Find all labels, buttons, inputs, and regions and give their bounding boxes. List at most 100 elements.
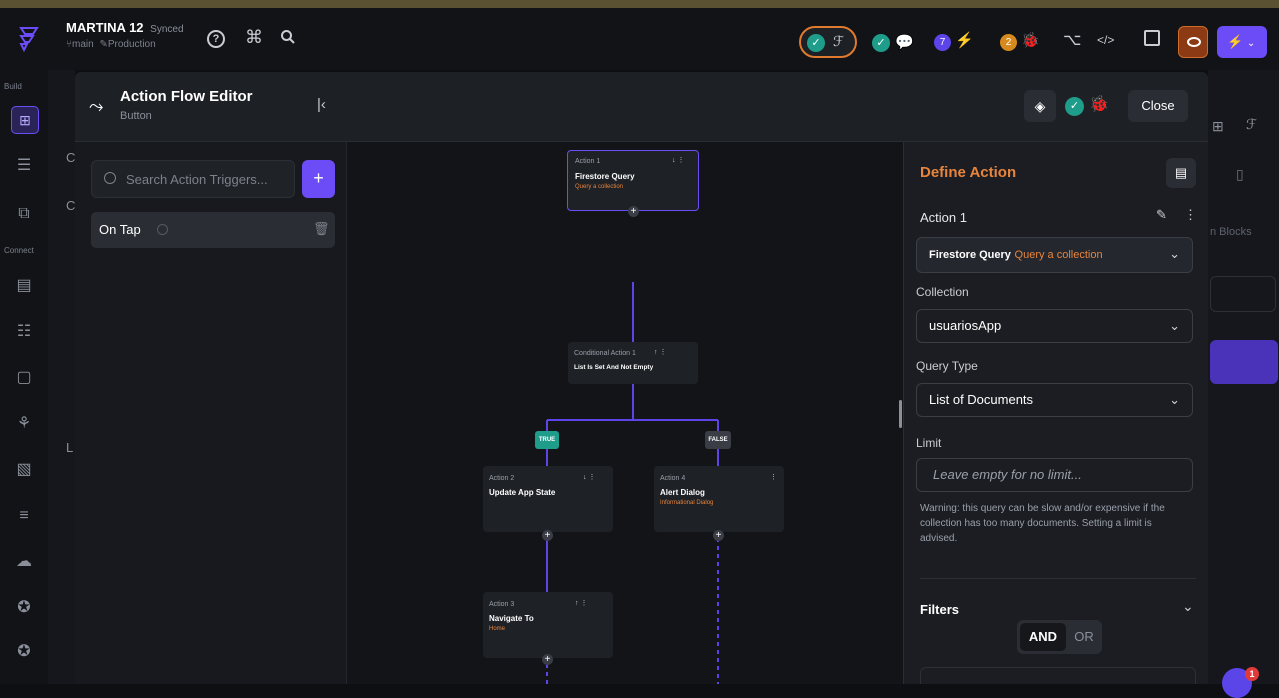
and-or-toggle[interactable]: AND OR bbox=[1017, 620, 1102, 654]
editor-header: ⤳ Action Flow Editor Button |‹ ◈ ✓ 🐞 Clo… bbox=[75, 72, 1208, 142]
more-icon[interactable]: ⋮ bbox=[1184, 207, 1197, 223]
trigger-item-on-tap[interactable]: On Tap 🗑 bbox=[91, 212, 335, 248]
search-placeholder: Search Action Triggers... bbox=[126, 172, 268, 187]
panel-resize-handle[interactable] bbox=[899, 400, 902, 428]
bug-icon[interactable]: 🐞 bbox=[1021, 31, 1040, 49]
bug-icon[interactable]: 🐞 bbox=[1089, 94, 1109, 114]
project-name[interactable]: MARTINA 12 Synced bbox=[66, 20, 184, 35]
storage-icon[interactable]: ▢ bbox=[12, 366, 36, 390]
add-action-plus[interactable]: + bbox=[542, 654, 553, 665]
or-option[interactable]: OR bbox=[1069, 623, 1099, 651]
branch-info[interactable]: ⑂main ✎Production bbox=[66, 39, 156, 50]
action-flow-editor: ⤳ Action Flow Editor Button |‹ ◈ ✓ 🐞 Clo… bbox=[75, 72, 1208, 684]
marketplace-icon[interactable]: ✪ bbox=[12, 596, 36, 620]
layers-icon[interactable]: ⧉ bbox=[12, 202, 36, 226]
external-link-icon[interactable] bbox=[1144, 30, 1160, 46]
chat-icon[interactable]: 💬 bbox=[895, 33, 914, 51]
node-arrow-icon[interactable]: ↑ ⋮ bbox=[654, 348, 666, 356]
edit-icon[interactable]: ✎ bbox=[1156, 207, 1167, 223]
text-icon[interactable]: ≡ bbox=[12, 504, 36, 528]
node-title: List Is Set And Not Empty bbox=[574, 364, 654, 371]
status-group[interactable]: ✓ ℱ bbox=[799, 26, 857, 58]
flow-canvas[interactable]: Action 1 ↓ ⋮ Firestore Query Query a col… bbox=[347, 142, 903, 684]
add-action-plus[interactable]: + bbox=[542, 530, 553, 541]
list-icon[interactable]: ☰ bbox=[12, 154, 36, 178]
search-icon[interactable] bbox=[280, 29, 296, 45]
gem-icon: ◈ bbox=[1034, 98, 1046, 114]
add-action-plus[interactable]: + bbox=[628, 206, 639, 217]
help-icon[interactable]: ? bbox=[207, 30, 225, 48]
chevron-down-icon[interactable]: ⌄ bbox=[1182, 598, 1194, 615]
tree-icon[interactable]: ⌥ bbox=[1063, 30, 1081, 50]
media-icon[interactable]: ▧ bbox=[12, 458, 36, 482]
rail-connect-label: Connect bbox=[4, 246, 34, 255]
node-title: Update App State bbox=[489, 488, 556, 497]
node-arrow-icon[interactable]: ↑ ⋮ bbox=[575, 599, 587, 607]
add-widget-icon: ⊞ bbox=[1212, 118, 1224, 134]
chevron-down-icon: ⌄ bbox=[1246, 38, 1256, 49]
action-node-1[interactable]: Action 1 ↓ ⋮ Firestore Query Query a col… bbox=[567, 150, 699, 211]
action-node-2[interactable]: Action 2 ↓ ⋮ Update App State bbox=[483, 466, 613, 532]
flutterflow-icon: ℱ bbox=[833, 33, 845, 49]
node-arrow-icon[interactable]: ↓ ⋮ bbox=[583, 473, 595, 481]
trash-icon[interactable]: 🗑 bbox=[313, 221, 330, 237]
app-bar: MARTINA 12 Synced ⑂main ✎Production ? ⌘ … bbox=[0, 8, 1279, 70]
action-type-sub: Query a collection bbox=[1014, 249, 1103, 261]
bg-field bbox=[1210, 276, 1276, 312]
action-triggers-panel: Search Action Triggers... + On Tap 🗑 bbox=[75, 142, 347, 684]
more-icon[interactable]: ⋮ bbox=[770, 473, 777, 481]
node-title: Alert Dialog bbox=[660, 488, 705, 497]
false-branch-label: FALSE bbox=[705, 431, 731, 449]
store-icon[interactable]: ✪ bbox=[12, 640, 36, 664]
node-number: Action 1 bbox=[575, 158, 601, 165]
schema-icon[interactable]: ☷ bbox=[12, 320, 36, 344]
collapse-panel-icon[interactable]: |‹ bbox=[317, 96, 326, 113]
limit-placeholder: Leave empty for no limit... bbox=[933, 467, 1082, 482]
command-icon[interactable]: ⌘ bbox=[245, 27, 263, 48]
chevron-down-icon: ⌄ bbox=[1169, 318, 1180, 333]
code-icon[interactable]: </> bbox=[1097, 33, 1114, 47]
cloud-icon[interactable]: ☁ bbox=[12, 550, 36, 574]
action-type-select[interactable]: Firestore Query Query a collection ⌄ bbox=[916, 237, 1193, 273]
node-title: Navigate To bbox=[489, 614, 534, 623]
conditional-node[interactable]: Conditional Action 1 ↑ ⋮ List Is Set And… bbox=[568, 342, 698, 384]
node-number: Action 2 bbox=[489, 475, 515, 482]
add-trigger-button[interactable]: + bbox=[302, 160, 335, 198]
add-action-plus[interactable]: + bbox=[713, 530, 724, 541]
lightning-icon[interactable]: ⚡ bbox=[955, 31, 974, 49]
preview-eye-button[interactable] bbox=[1178, 26, 1208, 58]
chevron-down-icon: ⌄ bbox=[1169, 392, 1180, 407]
database-icon[interactable]: ▤ bbox=[12, 274, 36, 298]
integrations-icon[interactable]: ⚘ bbox=[12, 412, 36, 436]
filters-label: Filters bbox=[920, 602, 960, 617]
search-triggers-input[interactable]: Search Action Triggers... bbox=[91, 160, 295, 198]
action-node-4[interactable]: Action 4 ⋮ Alert Dialog Informational Di… bbox=[654, 466, 784, 532]
check-icon[interactable]: ✓ bbox=[872, 34, 890, 52]
ai-agent-button[interactable]: ◈ bbox=[1024, 90, 1056, 122]
action-node-3[interactable]: Action 3 ↑ ⋮ Navigate To Home bbox=[483, 592, 613, 658]
bg-letter: L bbox=[66, 440, 74, 455]
node-arrow-icon[interactable]: ↓ ⋮ bbox=[672, 156, 684, 164]
left-rail: Build ⊞ ☰ ⧉ Connect ▤ ☷ ▢ ⚘ ▧ ≡ ☁ ✪ ✪ bbox=[0, 70, 48, 684]
page-icon: ▯ bbox=[1236, 166, 1244, 182]
collection-select[interactable]: usuariosApp ⌄ bbox=[916, 309, 1193, 343]
background-properties-panel: ⊞ ℱ ▯ n Blocks bbox=[1208, 70, 1279, 684]
check-icon: ✓ bbox=[1065, 97, 1084, 116]
lightning-icon: ⚡ bbox=[1227, 34, 1244, 49]
run-menu-button[interactable]: ⚡ ⌄ bbox=[1217, 26, 1267, 58]
add-widget-icon[interactable]: ⊞ bbox=[11, 106, 39, 134]
filter-card bbox=[920, 667, 1196, 684]
close-button[interactable]: Close bbox=[1128, 90, 1188, 122]
docs-button[interactable]: ▤ bbox=[1166, 158, 1196, 188]
limit-label: Limit bbox=[916, 436, 942, 450]
query-type-select[interactable]: List of Documents ⌄ bbox=[916, 383, 1193, 417]
limit-input[interactable]: Leave empty for no limit... bbox=[916, 458, 1193, 492]
and-option[interactable]: AND bbox=[1020, 623, 1066, 651]
top-strip bbox=[0, 0, 1279, 8]
trigger-label: On Tap bbox=[99, 222, 141, 237]
node-subtitle: Home bbox=[489, 626, 506, 632]
query-type-value: List of Documents bbox=[929, 392, 1034, 407]
env-icon: ✎ bbox=[99, 39, 108, 50]
app-logo-icon[interactable] bbox=[18, 26, 40, 53]
eye-icon bbox=[1187, 37, 1201, 47]
